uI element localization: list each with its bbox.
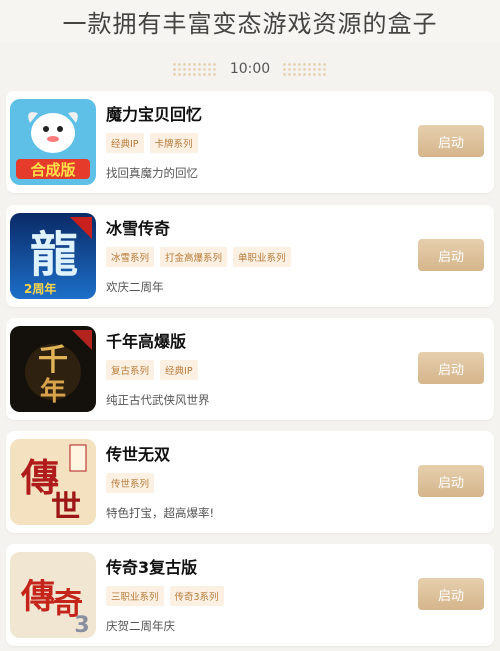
- game-title: 传世无双: [106, 445, 171, 464]
- tag: 经典IP: [106, 133, 144, 153]
- time-label: 10:00: [229, 61, 271, 77]
- tag-list: 传世系列: [106, 473, 155, 493]
- game-description: 欢庆二周年: [106, 280, 164, 294]
- game-card-1[interactable]: 合成版 魔力宝贝回忆 经典IP 卡牌系列 找回真魔力的回忆 启动: [6, 91, 494, 193]
- svg-text:世: 世: [51, 490, 81, 525]
- tag: 三职业系列: [106, 586, 164, 606]
- tag-list: 复古系列 经典IP: [106, 360, 198, 380]
- start-button[interactable]: 启动: [418, 239, 484, 271]
- decorative-dots-left: [171, 62, 218, 76]
- tag: 传奇3系列: [169, 586, 224, 606]
- tag-list: 冰雪系列 打金高爆系列 单职业系列: [106, 247, 291, 267]
- decorative-dots-right: [282, 62, 329, 76]
- game-card-2[interactable]: 龍 2周年 冰雪传奇 冰雪系列 打金高爆系列 单职业系列 欢庆二周年 启动: [6, 205, 494, 307]
- start-button[interactable]: 启动: [418, 125, 484, 157]
- game-description: 找回真魔力的回忆: [106, 166, 198, 180]
- tag: 冰雪系列: [106, 247, 155, 267]
- tag-list: 经典IP 卡牌系列: [106, 133, 198, 153]
- tag: 打金高爆系列: [160, 247, 228, 267]
- tag-list: 三职业系列 传奇3系列: [106, 586, 224, 606]
- svg-text:龍: 龍: [30, 227, 78, 283]
- svg-text:3: 3: [74, 613, 89, 638]
- legend3-icon[interactable]: 傳 奇 3: [10, 552, 96, 638]
- game-card-3[interactable]: 千 年 千年高爆版 复古系列 经典IP 纯正古代武侠风世界 启动: [6, 318, 494, 420]
- svg-text:傳: 傳: [20, 577, 55, 617]
- chuanshi-icon[interactable]: 傳 世: [10, 439, 96, 525]
- tag: 卡牌系列: [149, 133, 198, 153]
- ice-dragon-icon[interactable]: 龍 2周年: [10, 213, 96, 299]
- game-card-5[interactable]: 傳 奇 3 传奇3复古版 三职业系列 传奇3系列 庆贺二周年庆 启动: [6, 544, 494, 646]
- time-bar: 10:00: [0, 52, 500, 86]
- page-title: 一款拥有丰富变态游戏资源的盒子: [0, 0, 500, 42]
- game-title: 魔力宝贝回忆: [106, 105, 203, 124]
- game-description: 庆贺二周年庆: [106, 619, 175, 633]
- game-description: 特色打宝，超高爆率!: [106, 506, 215, 520]
- svg-text:合成版: 合成版: [29, 161, 75, 179]
- tag: 单职业系列: [233, 247, 291, 267]
- magic-baby-icon[interactable]: 合成版: [10, 99, 96, 185]
- start-button[interactable]: 启动: [418, 465, 484, 497]
- game-title: 传奇3复古版: [106, 558, 198, 577]
- tag: 传世系列: [106, 473, 155, 493]
- svg-text:千: 千: [38, 343, 68, 378]
- svg-text:年: 年: [40, 376, 66, 407]
- game-title: 千年高爆版: [106, 332, 187, 351]
- game-title: 冰雪传奇: [106, 219, 171, 238]
- millennium-icon[interactable]: 千 年: [10, 326, 96, 412]
- start-button[interactable]: 启动: [418, 578, 484, 610]
- game-card-4[interactable]: 傳 世 传世无双 传世系列 特色打宝，超高爆率! 启动: [6, 431, 494, 533]
- tag: 经典IP: [160, 360, 198, 380]
- tag: 复古系列: [106, 360, 155, 380]
- svg-text:2周年: 2周年: [24, 281, 56, 296]
- game-description: 纯正古代武侠风世界: [106, 393, 210, 407]
- start-button[interactable]: 启动: [418, 352, 484, 384]
